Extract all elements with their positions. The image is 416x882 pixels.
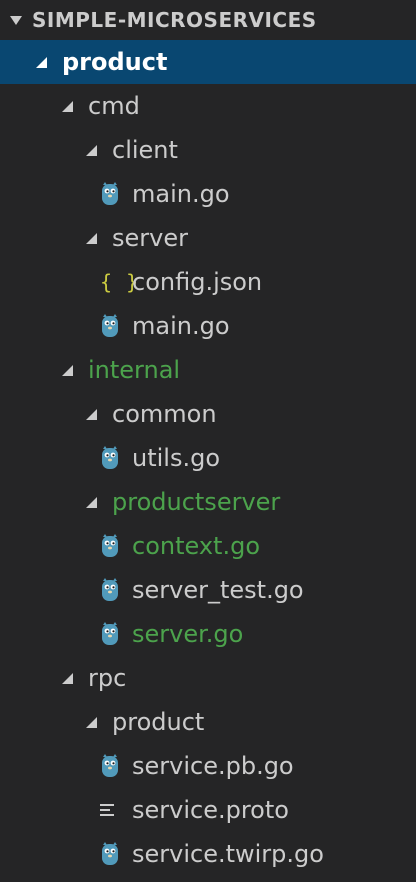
file-row[interactable]: context.go [0, 524, 416, 568]
tree-item-label: main.go [132, 180, 230, 208]
folder-row[interactable]: client [0, 128, 416, 172]
go-gopher-icon [100, 181, 132, 207]
file-row[interactable]: service.proto [0, 788, 416, 832]
go-gopher-icon [100, 841, 132, 867]
tree-item-label: productserver [112, 488, 281, 516]
go-gopher-icon [100, 445, 132, 471]
chevron-down-icon[interactable] [10, 15, 22, 25]
go-gopher-icon [102, 842, 118, 865]
go-gopher-icon [102, 314, 118, 337]
tree-item-label: client [112, 136, 178, 164]
chevron-open-icon[interactable] [62, 364, 73, 376]
chevron-open-icon[interactable] [36, 56, 47, 68]
file-row[interactable]: service.twirp.go [0, 832, 416, 876]
chevron-open-icon[interactable] [86, 716, 97, 728]
file-row[interactable]: server_test.go [0, 568, 416, 612]
chevron-open-icon[interactable] [62, 100, 73, 112]
tree-item-label: server [112, 224, 188, 252]
go-gopher-icon [100, 533, 132, 559]
tree-item-label: product [112, 708, 205, 736]
go-gopher-icon [102, 754, 118, 777]
twisty-slot [36, 56, 62, 68]
tree-item-label: product [62, 48, 168, 76]
tree-item-label: server.go [132, 620, 244, 648]
folder-row[interactable]: productserver [0, 480, 416, 524]
folder-row[interactable]: server [0, 216, 416, 260]
json-braces-icon: { } [100, 270, 138, 294]
go-gopher-icon [102, 182, 118, 205]
folder-row[interactable]: rpc [0, 656, 416, 700]
go-gopher-icon [100, 313, 132, 339]
file-row[interactable]: service.pb.go [0, 744, 416, 788]
chevron-open-icon[interactable] [62, 672, 73, 684]
file-row[interactable]: main.go [0, 304, 416, 348]
file-row[interactable]: utils.go [0, 436, 416, 480]
tree-item-label: service.twirp.go [132, 840, 324, 868]
tree-item-label: server_test.go [132, 576, 304, 604]
twisty-slot [86, 496, 112, 508]
file-tree: product cmd client main.go server { } config.j… [0, 40, 416, 876]
chevron-open-icon[interactable] [86, 232, 97, 244]
tree-item-label: service.proto [132, 796, 289, 824]
tree-item-label: rpc [88, 664, 127, 692]
tree-item-label: config.json [132, 268, 263, 296]
tree-item-label: internal [88, 356, 181, 384]
tree-item-label: utils.go [132, 444, 221, 472]
go-gopher-icon [100, 621, 132, 647]
file-row[interactable]: { } config.json [0, 260, 416, 304]
file-row[interactable]: main.go [0, 172, 416, 216]
chevron-open-icon[interactable] [86, 144, 97, 156]
tree-item-label: main.go [132, 312, 230, 340]
file-row[interactable]: server.go [0, 612, 416, 656]
chevron-open-icon[interactable] [86, 496, 97, 508]
proto-lines-icon [100, 804, 114, 816]
twisty-slot [62, 100, 88, 112]
folder-row[interactable]: internal [0, 348, 416, 392]
tree-item-label: service.pb.go [132, 752, 294, 780]
folder-row[interactable]: cmd [0, 84, 416, 128]
folder-row[interactable]: product [0, 40, 416, 84]
folder-row[interactable]: product [0, 700, 416, 744]
twisty-slot [86, 232, 112, 244]
go-gopher-icon [102, 534, 118, 557]
twisty-slot [86, 716, 112, 728]
twisty-slot [62, 672, 88, 684]
twisty-slot [86, 144, 112, 156]
twisty-slot [62, 364, 88, 376]
section-title: SIMPLE-MICROSERVICES [32, 8, 317, 32]
tree-item-label: cmd [88, 92, 140, 120]
twisty-slot [86, 408, 112, 420]
tree-item-label: context.go [132, 532, 261, 560]
proto-lines-icon [100, 804, 132, 816]
tree-item-label: common [112, 400, 217, 428]
go-gopher-icon [100, 753, 132, 779]
go-gopher-icon [102, 622, 118, 645]
go-gopher-icon [102, 446, 118, 469]
folder-row[interactable]: common [0, 392, 416, 436]
explorer-section-header[interactable]: SIMPLE-MICROSERVICES [0, 0, 416, 40]
go-gopher-icon [102, 578, 118, 601]
file-explorer: SIMPLE-MICROSERVICES product cmd client mai… [0, 0, 416, 882]
go-gopher-icon [100, 577, 132, 603]
chevron-open-icon[interactable] [86, 408, 97, 420]
